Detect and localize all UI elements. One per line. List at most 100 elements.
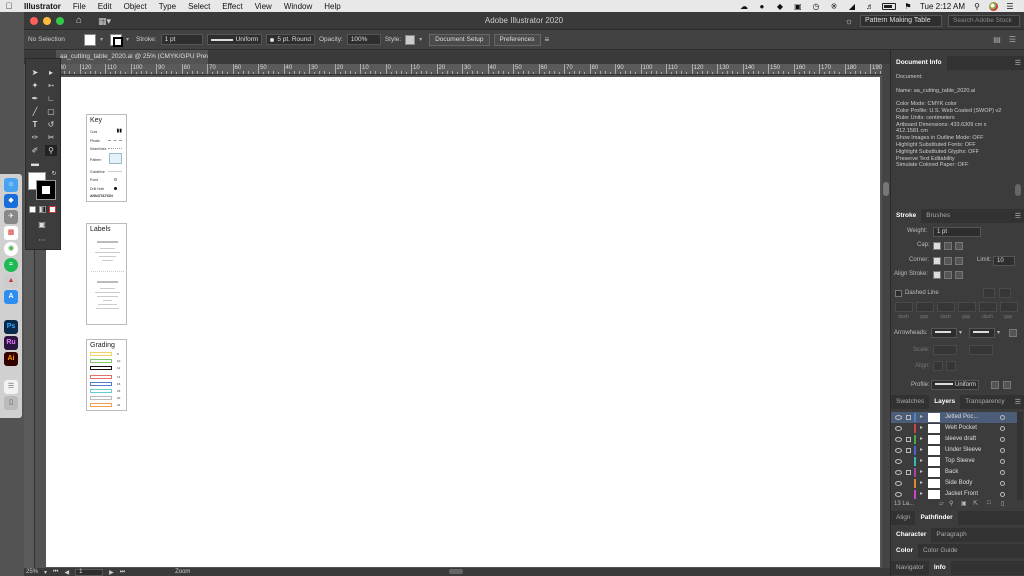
battery-icon[interactable] <box>881 2 896 10</box>
clock[interactable]: Tue 2:12 AM <box>920 2 965 11</box>
none-mode-icon[interactable] <box>49 206 56 213</box>
tab-info[interactable]: Info <box>928 561 951 575</box>
zoom-tool-icon[interactable]: ⚲ <box>45 145 57 156</box>
menu-view[interactable]: View <box>249 2 278 11</box>
dash-field[interactable] <box>937 302 955 312</box>
layer-name[interactable]: Top Sleeve <box>945 456 975 467</box>
swap-arrowheads-button[interactable] <box>1009 329 1017 337</box>
expand-arrow-icon[interactable]: ▸ <box>920 456 923 467</box>
dropbox-icon[interactable]: ◆ <box>4 194 18 208</box>
finder-icon[interactable]: ☺ <box>4 178 18 192</box>
visibility-eye-icon[interactable] <box>895 448 902 453</box>
premiere-rush-icon[interactable]: Ru <box>4 336 18 350</box>
notes-icon[interactable]: ☰ <box>4 380 18 394</box>
time-machine-icon[interactable]: ◷ <box>810 2 822 11</box>
target-icon[interactable] <box>1000 448 1005 453</box>
expand-arrow-icon[interactable]: ▸ <box>920 467 923 478</box>
layer-name[interactable]: Jetted Poc... <box>945 412 978 423</box>
gap-field[interactable] <box>916 302 934 312</box>
tab-stroke[interactable]: Stroke <box>891 209 922 223</box>
magic-wand-tool-icon[interactable]: ✦ <box>29 80 41 91</box>
layer-row[interactable]: ▸ Welt Pocket <box>891 423 1017 434</box>
make-clipping-mask-icon[interactable]: ▣ <box>961 500 967 507</box>
color-mode-icon[interactable] <box>29 206 36 213</box>
stroke-weight-field[interactable]: 1 pt <box>160 34 203 45</box>
chevron-down-icon[interactable]: ▾ <box>44 569 47 576</box>
selection-tool-icon[interactable]: ➤ <box>29 67 41 78</box>
direct-selection-tool-icon[interactable]: ▸ <box>45 67 57 78</box>
chrome-icon[interactable]: ◉ <box>4 242 18 256</box>
tab-layers[interactable]: Layers <box>929 395 961 409</box>
tab-document-info[interactable]: Document Info <box>891 56 947 70</box>
layer-row[interactable]: ▸ Jacket Front <box>891 489 1017 500</box>
chevron-down-icon[interactable]: ▾ <box>419 36 425 43</box>
layer-name[interactable]: Jacket Front <box>945 489 978 500</box>
tab-paragraph[interactable]: Paragraph <box>931 528 971 542</box>
paintbrush-tool-icon[interactable]: ✐ <box>29 145 41 156</box>
scissors-tool-icon[interactable]: ✂ <box>45 132 57 143</box>
round-cap-button[interactable] <box>944 242 952 250</box>
pen-tool-icon[interactable]: ✒ <box>29 93 41 104</box>
prev-artboard-icon[interactable]: ◀ <box>64 569 69 576</box>
menu-window[interactable]: Window <box>278 2 318 11</box>
visibility-eye-icon[interactable] <box>895 470 902 475</box>
stroke-color-box[interactable] <box>36 180 56 200</box>
target-icon[interactable] <box>1000 415 1005 420</box>
target-icon[interactable] <box>1000 492 1005 497</box>
target-icon[interactable] <box>1000 426 1005 431</box>
expand-arrow-icon[interactable]: ▸ <box>920 434 923 445</box>
eyedropper-tool-icon[interactable]: ✑ <box>29 132 41 143</box>
line-segment-tool-icon[interactable]: ╱ <box>29 106 41 117</box>
gap-field[interactable] <box>1000 302 1018 312</box>
dash-field[interactable] <box>895 302 913 312</box>
screen-icon[interactable]: ▣ <box>792 2 804 11</box>
illustrator-icon[interactable]: Ai <box>4 352 18 366</box>
miter-join-button[interactable] <box>933 257 941 265</box>
arrow-tip-button[interactable] <box>933 361 943 371</box>
expand-arrow-icon[interactable]: ▸ <box>920 423 923 434</box>
expand-arrow-icon[interactable]: ▸ <box>920 445 923 456</box>
expand-arrow-icon[interactable]: ▸ <box>920 489 923 500</box>
draw-mode-icon[interactable]: ▣ <box>36 219 48 230</box>
layer-name[interactable]: Side Body <box>945 478 972 489</box>
rocket-icon[interactable]: ▲ <box>4 274 18 288</box>
wifi-icon[interactable]: ◢ <box>846 2 858 11</box>
volume-icon[interactable]: ♬ <box>864 2 876 11</box>
swap-colors-icon[interactable]: ↻ <box>48 169 60 180</box>
flag-icon[interactable]: ⚑ <box>902 2 914 11</box>
layer-row[interactable]: ▸ Top Sleeve <box>891 456 1017 467</box>
brush-definition[interactable]: 5 pt. Round <box>266 34 315 45</box>
weight-field[interactable]: 1 pt <box>933 227 981 237</box>
visibility-eye-icon[interactable] <box>895 426 902 431</box>
align-inside-button[interactable] <box>944 271 952 279</box>
menu-effect[interactable]: Effect <box>216 2 248 11</box>
lock-icon[interactable] <box>906 437 911 442</box>
menu-help[interactable]: Help <box>318 2 346 11</box>
lasso-tool-icon[interactable]: ➳ <box>45 80 57 91</box>
workspace-switcher[interactable]: Pattern Making Table <box>860 14 942 27</box>
lock-icon[interactable] <box>906 448 911 453</box>
app-store-icon[interactable]: A <box>4 290 18 304</box>
gap-field[interactable] <box>958 302 976 312</box>
trash-icon[interactable]: ▯ <box>4 396 18 410</box>
graphic-style-swatch[interactable] <box>405 34 416 45</box>
visibility-eye-icon[interactable] <box>895 459 902 464</box>
dashed-line-checkbox[interactable] <box>895 290 902 297</box>
launchpad-icon[interactable]: ✈ <box>4 210 18 224</box>
chevron-down-icon[interactable]: ▾ <box>100 36 106 43</box>
more-tools-icon[interactable]: ⋯ <box>36 235 48 246</box>
horizontal-ruler[interactable]: 130 120 110 100 90 80 70 60 50 40 30 20 10 0 10 20 30 40 5… <box>46 64 882 75</box>
dash-field[interactable] <box>979 302 997 312</box>
panel-menu-icon[interactable]: ☰ <box>1015 398 1024 406</box>
layer-row[interactable]: ▸ Jetted Poc... <box>891 412 1017 423</box>
vertical-scrollbar[interactable] <box>882 64 890 568</box>
locate-object-icon[interactable]: ⚲ <box>949 500 953 507</box>
start-scale-field[interactable] <box>933 345 957 355</box>
apple-icon[interactable]:  <box>0 1 18 11</box>
expand-arrow-icon[interactable]: ▸ <box>920 412 923 423</box>
flip-across-button[interactable] <box>1003 381 1011 389</box>
tab-transparency[interactable]: Transparency <box>960 395 1010 409</box>
main-artboard[interactable] <box>46 77 880 567</box>
round-join-button[interactable] <box>944 257 952 265</box>
tab-swatches[interactable]: Swatches <box>891 395 929 409</box>
